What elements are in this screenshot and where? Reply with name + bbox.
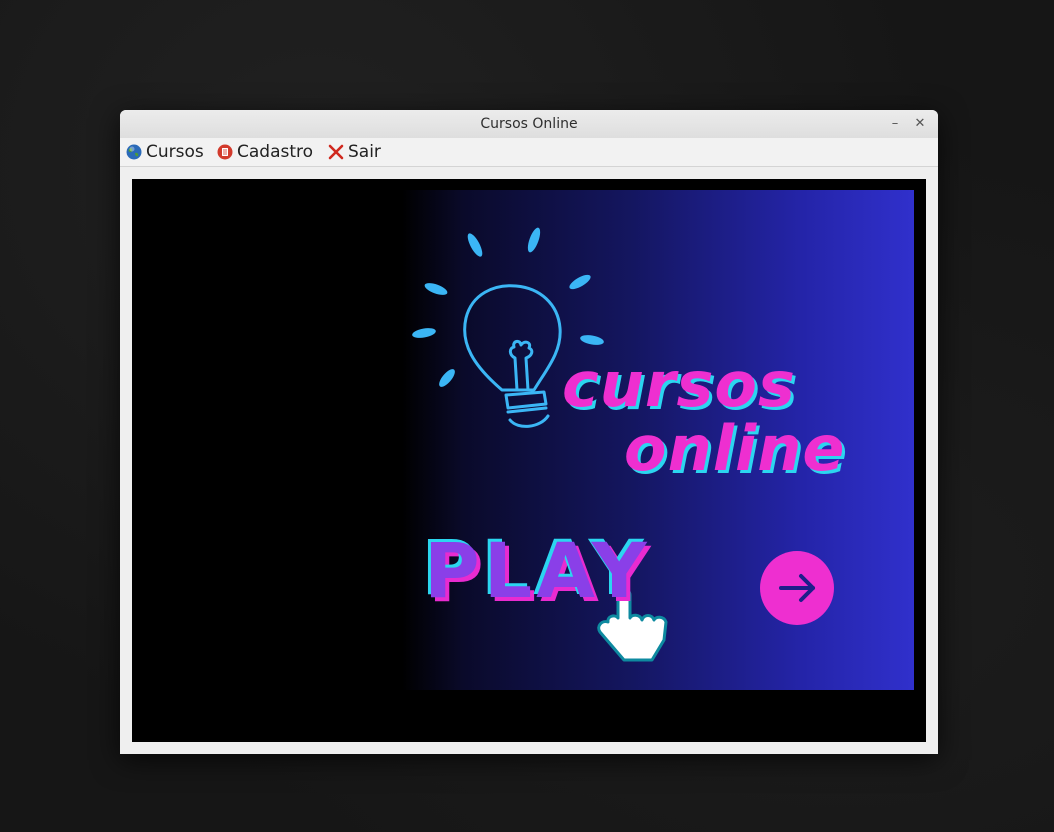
brand-title-line2: online bbox=[624, 412, 846, 485]
lightbulb-icon bbox=[463, 284, 562, 428]
menu-item-cursos[interactable]: Cursos bbox=[126, 141, 204, 163]
title-bar[interactable]: Cursos Online – ✕ bbox=[120, 110, 938, 139]
menu-item-sair[interactable]: Sair bbox=[328, 141, 381, 163]
window-title: Cursos Online bbox=[480, 116, 578, 132]
minimize-button[interactable]: – bbox=[886, 115, 904, 133]
content-area: cursos online PLAY bbox=[132, 179, 926, 742]
play-arrow-button[interactable] bbox=[760, 551, 834, 625]
menu-label-sair: Sair bbox=[348, 142, 381, 162]
menu-label-cursos: Cursos bbox=[146, 142, 204, 162]
close-button[interactable]: ✕ bbox=[911, 115, 929, 133]
app-window: Cursos Online – ✕ Cursos Cadastro Sair c… bbox=[120, 110, 938, 754]
menu-bar: Cursos Cadastro Sair bbox=[120, 138, 938, 167]
play-label[interactable]: PLAY bbox=[424, 526, 651, 615]
red-x-icon bbox=[328, 144, 344, 160]
menu-item-cadastro[interactable]: Cadastro bbox=[217, 141, 313, 163]
red-form-icon bbox=[217, 144, 233, 160]
globe-icon bbox=[126, 144, 142, 160]
menu-label-cadastro: Cadastro bbox=[237, 142, 314, 162]
cursos-online-banner: cursos online PLAY bbox=[402, 190, 914, 690]
brand-title-line1: cursos bbox=[562, 348, 796, 421]
